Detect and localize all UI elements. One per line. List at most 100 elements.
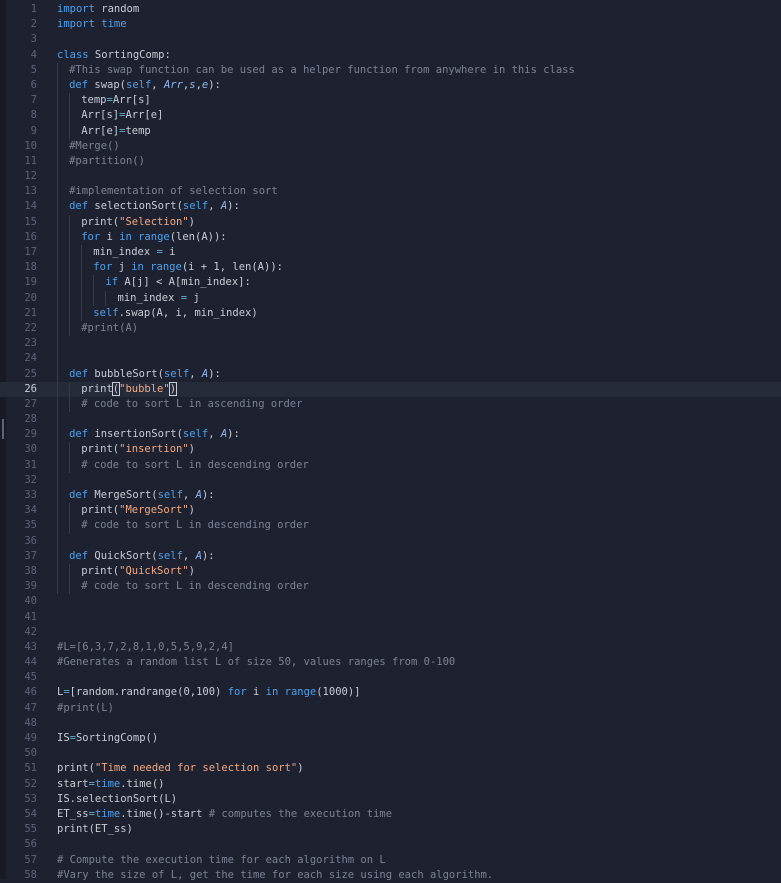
code-text[interactable]: if A[j] < A[min_index]: xyxy=(105,275,250,290)
code-line[interactable]: 21 self.swap(A, i, min_index) xyxy=(0,305,781,321)
code-line[interactable]: 25 def bubbleSort(self, A): xyxy=(0,366,781,382)
code-text[interactable]: #implementation of selection sort xyxy=(69,184,278,199)
code-text[interactable]: ET_ss=time.time()-start # computes the e… xyxy=(57,807,392,822)
code-text[interactable]: #partition() xyxy=(69,154,145,169)
code-text[interactable]: #Vary the size of L, get the time for ea… xyxy=(57,868,493,883)
code-line[interactable]: 9 Arr[e]=temp xyxy=(0,123,781,139)
code-line[interactable]: 15 print("Selection") xyxy=(0,214,781,230)
code-line[interactable]: 17 min_index = i xyxy=(0,245,781,261)
code-line[interactable]: 30 print("insertion") xyxy=(0,442,781,458)
code-line[interactable]: 13 #implementation of selection sort xyxy=(0,184,781,200)
code-text[interactable]: def selectionSort(self, A): xyxy=(69,199,240,214)
code-text[interactable]: for i in range(len(A)): xyxy=(81,230,226,245)
code-line[interactable]: 20 min_index = j xyxy=(0,290,781,306)
code-line[interactable]: 27 # code to sort L in ascending order xyxy=(0,396,781,413)
code-line[interactable]: 56 xyxy=(0,837,781,852)
code-line[interactable]: 36 xyxy=(0,533,781,549)
code-text[interactable]: def bubbleSort(self, A): xyxy=(69,367,221,382)
code-line[interactable]: 31 # code to sort L in descending order xyxy=(0,457,781,473)
code-line[interactable]: 37 def QuickSort(self, A): xyxy=(0,548,781,564)
code-line[interactable]: 29 def insertionSort(self, A): xyxy=(0,427,781,443)
code-line[interactable]: 42 xyxy=(0,625,781,640)
code-line[interactable]: 58 #Vary the size of L, get the time for … xyxy=(0,868,781,883)
code-text[interactable]: for j in range(i + 1, len(A)): xyxy=(93,260,283,275)
code-text[interactable]: import random xyxy=(57,2,139,17)
code-line[interactable]: 53 IS.selectionSort(L) xyxy=(0,792,781,807)
code-text[interactable]: min_index = i xyxy=(93,245,175,260)
code-text[interactable]: self.swap(A, i, min_index) xyxy=(93,306,257,321)
code-line[interactable]: 41 xyxy=(0,610,781,625)
code-line[interactable]: 33 def MergeSort(self, A): xyxy=(0,488,781,504)
code-line[interactable]: 26 print("bubble") xyxy=(0,381,781,397)
code-text[interactable]: def MergeSort(self, A): xyxy=(69,488,214,503)
code-line[interactable]: 40 xyxy=(0,594,781,609)
code-text[interactable]: start=time.time() xyxy=(57,777,165,792)
code-text[interactable]: print("MergeSort") xyxy=(81,503,195,518)
code-line[interactable]: 35 # code to sort L in descending order xyxy=(0,518,781,534)
code-text[interactable]: # code to sort L in descending order xyxy=(81,579,309,594)
code-line[interactable]: 18 for j in range(i + 1, len(A)): xyxy=(0,260,781,276)
code-line[interactable]: 3 xyxy=(0,32,781,47)
code-text[interactable]: print("bubble") xyxy=(81,381,178,397)
code-text[interactable]: def QuickSort(self, A): xyxy=(69,549,214,564)
code-line[interactable]: 57 # Compute the execution time for each … xyxy=(0,853,781,868)
code-text[interactable]: L=[random.randrange(0,100) for i in rang… xyxy=(57,685,361,700)
code-text[interactable]: #Merge() xyxy=(69,139,120,154)
code-line[interactable]: 45 xyxy=(0,670,781,685)
code-line[interactable]: 47 #print(L) xyxy=(0,701,781,716)
code-line[interactable]: 38 print("QuickSort") xyxy=(0,563,781,580)
code-text[interactable]: #L=[6,3,7,2,8,1,0,5,5,9,2,4] xyxy=(57,640,234,655)
code-editor[interactable]: 1 import random 2 import time 3 4 class Sortin… xyxy=(0,0,781,881)
code-text[interactable]: #print(L) xyxy=(57,701,114,716)
code-text[interactable]: class SortingComp: xyxy=(57,48,171,63)
code-line[interactable]: 12 xyxy=(0,169,781,185)
code-line[interactable]: 49 IS=SortingComp() xyxy=(0,731,781,746)
code-text[interactable]: #print(A) xyxy=(81,321,138,336)
code-line[interactable]: 52 start=time.time() xyxy=(0,777,781,792)
code-line[interactable]: 23 xyxy=(0,336,781,352)
code-line[interactable]: 1 import random xyxy=(0,2,781,17)
code-line[interactable]: 10 #Merge() xyxy=(0,138,781,154)
code-line[interactable]: 48 xyxy=(0,716,781,731)
code-text[interactable]: IS.selectionSort(L) xyxy=(57,792,177,807)
code-text[interactable]: import time xyxy=(57,17,127,32)
code-line[interactable]: 2 import time xyxy=(0,17,781,32)
code-text[interactable]: def swap(self, Arr,s,e): xyxy=(69,78,221,93)
code-line[interactable]: 19 if A[j] < A[min_index]: xyxy=(0,275,781,291)
code-text[interactable]: IS=SortingComp() xyxy=(57,731,158,746)
code-line[interactable]: 55 print(ET_ss) xyxy=(0,822,781,837)
code-line[interactable]: 44 #Generates a random list L of size 50,… xyxy=(0,655,781,670)
code-line[interactable]: 14 def selectionSort(self, A): xyxy=(0,199,781,215)
code-text[interactable]: # code to sort L in descending order xyxy=(81,518,309,533)
code-text[interactable]: #Generates a random list L of size 50, v… xyxy=(57,655,455,670)
code-text[interactable]: # Compute the execution time for each al… xyxy=(57,853,386,868)
code-line[interactable]: 39 # code to sort L in descending order xyxy=(0,579,781,595)
code-line[interactable]: 11 #partition() xyxy=(0,153,781,170)
code-line[interactable]: 34 print("MergeSort") xyxy=(0,503,781,519)
code-line[interactable]: 54 ET_ss=time.time()-start # computes the… xyxy=(0,807,781,822)
code-line[interactable]: 16 for i in range(len(A)): xyxy=(0,229,781,245)
code-text[interactable]: # code to sort L in descending order xyxy=(81,458,309,473)
code-text[interactable]: print("Selection") xyxy=(81,215,195,230)
code-text[interactable]: print("QuickSort") xyxy=(81,564,195,579)
code-line[interactable]: 50 xyxy=(0,746,781,761)
code-text[interactable]: print("Time needed for selection sort") xyxy=(57,761,304,776)
code-text[interactable]: # code to sort L in ascending order xyxy=(81,397,302,412)
code-text[interactable]: #This swap function can be used as a hel… xyxy=(69,63,575,78)
code-line[interactable]: 51 print("Time needed for selection sort"… xyxy=(0,761,781,776)
code-line[interactable]: 22 #print(A) xyxy=(0,320,781,337)
code-line[interactable]: 8 Arr[s]=Arr[e] xyxy=(0,108,781,124)
code-lines[interactable]: 1 import random 2 import time 3 4 class Sortin… xyxy=(0,2,781,883)
code-line[interactable]: 4 class SortingComp: xyxy=(0,48,781,63)
code-line[interactable]: 7 temp=Arr[s] xyxy=(0,93,781,109)
code-text[interactable]: temp=Arr[s] xyxy=(81,93,151,108)
code-line[interactable]: 24 xyxy=(0,351,781,367)
code-text[interactable]: print("insertion") xyxy=(81,442,195,457)
code-line[interactable]: 46 L=[random.randrange(0,100) for i in ra… xyxy=(0,685,781,700)
code-text[interactable]: Arr[e]=temp xyxy=(81,124,151,139)
code-line[interactable]: 6 def swap(self, Arr,s,e): xyxy=(0,77,781,94)
code-text[interactable]: print(ET_ss) xyxy=(57,822,133,837)
code-text[interactable]: min_index = j xyxy=(118,291,200,306)
code-line[interactable]: 28 xyxy=(0,412,781,428)
code-text[interactable]: def insertionSort(self, A): xyxy=(69,427,240,442)
